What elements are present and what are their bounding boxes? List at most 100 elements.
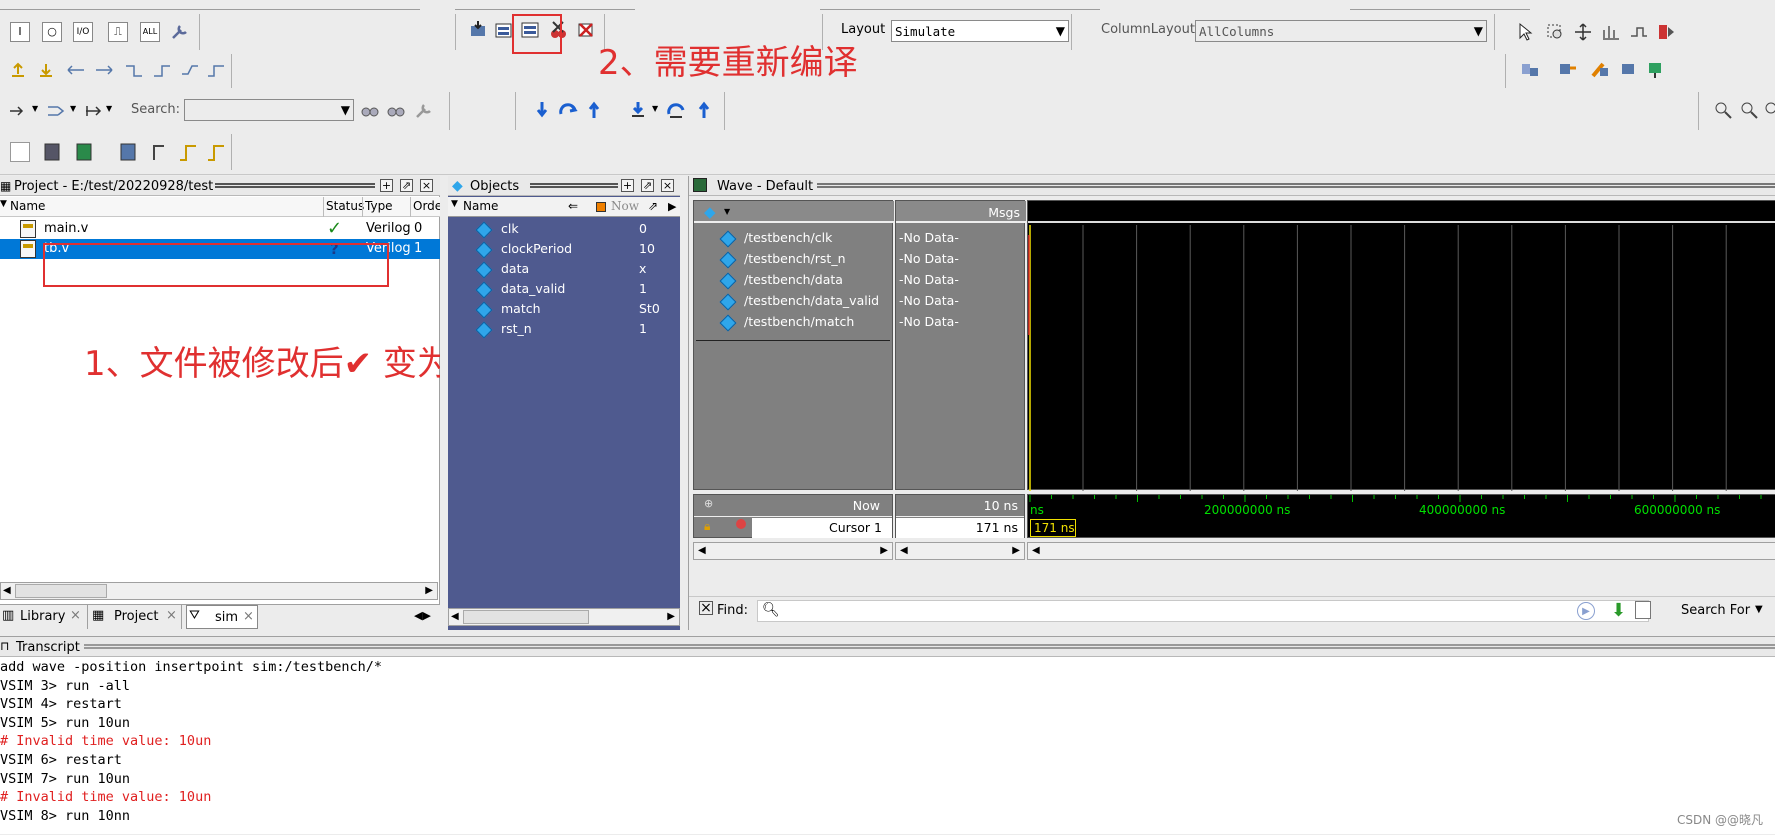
- wave-signal-row[interactable]: /testbench/data_valid: [694, 292, 894, 311]
- panel-drag-bar[interactable]: [817, 183, 1775, 188]
- close-find-icon[interactable]: ×: [699, 601, 713, 615]
- list-item[interactable]: main.v ✓ Verilog 0: [0, 218, 440, 239]
- dataflow-out-icon[interactable]: [1558, 60, 1578, 80]
- chevron-down-icon[interactable]: ▼: [1474, 24, 1483, 38]
- tab-scroll-icon[interactable]: ◀▶: [414, 609, 431, 622]
- object-row[interactable]: data_valid 1: [448, 280, 680, 299]
- wave-names-scrollbar[interactable]: ◀ ▶: [693, 542, 893, 560]
- chevron-down-icon[interactable]: ▼: [652, 104, 658, 113]
- add-icon[interactable]: +: [380, 179, 393, 192]
- expand-icon[interactable]: ⇗: [648, 199, 658, 213]
- scroll-left-icon[interactable]: ◀: [3, 585, 11, 596]
- next-edge-icon[interactable]: [94, 60, 114, 80]
- cursor-tag[interactable]: 171 ns: [1030, 519, 1076, 537]
- col-type[interactable]: Type: [365, 199, 393, 213]
- analog-icon[interactable]: ⎍: [108, 22, 128, 42]
- logic-icon[interactable]: ○: [42, 22, 62, 42]
- find-prev-icon[interactable]: ▶: [1577, 602, 1595, 620]
- chevron-down-icon[interactable]: ▼: [1755, 604, 1763, 615]
- falling-edge-icon[interactable]: [124, 60, 144, 80]
- col-order[interactable]: Orde: [413, 199, 442, 213]
- scroll-right-icon[interactable]: ▶: [425, 585, 433, 596]
- find-options-icon[interactable]: [1635, 601, 1651, 619]
- object-row[interactable]: clk 0: [448, 220, 680, 239]
- wave-signal-row[interactable]: /testbench/data: [694, 271, 894, 290]
- find-down-icon[interactable]: ⬇: [1611, 600, 1626, 621]
- event-icon[interactable]: I/O: [73, 22, 93, 42]
- wave-event-icon[interactable]: [74, 142, 94, 162]
- tab-project[interactable]: ▦ Project ×: [90, 605, 182, 629]
- panel-drag-bar[interactable]: [215, 183, 375, 188]
- add-cursor-icon[interactable]: ⊕: [704, 497, 713, 510]
- chevron-down-icon[interactable]: ▼: [70, 104, 76, 113]
- chevron-down-icon[interactable]: ▼: [724, 207, 730, 216]
- col-name[interactable]: Name: [10, 199, 45, 213]
- search-for-label[interactable]: Search For: [1681, 603, 1750, 618]
- find-options-icon[interactable]: [414, 101, 434, 121]
- wave-literal-icon[interactable]: [10, 142, 30, 162]
- chevron-down-icon[interactable]: ▼: [1056, 24, 1065, 38]
- panel-drag-bar[interactable]: [530, 183, 618, 188]
- expand-edge-icon[interactable]: [206, 60, 226, 80]
- scroll-thumb[interactable]: [463, 610, 589, 624]
- step-icon[interactable]: [532, 100, 552, 120]
- tab-library[interactable]: ▥ Library ×: [0, 605, 88, 629]
- zoom-in-icon[interactable]: [1713, 100, 1733, 120]
- zoom-out-icon[interactable]: [1739, 100, 1759, 120]
- wave-time-scrollbar[interactable]: ◀: [1027, 542, 1775, 560]
- transcript-lines[interactable]: add wave -position insertpoint sim:/test…: [0, 659, 1775, 835]
- prev-edge-icon[interactable]: [66, 60, 86, 80]
- tab-sim[interactable]: ⛛ sim ×: [186, 605, 258, 629]
- undock-icon[interactable]: ⇗: [641, 179, 654, 192]
- close-icon[interactable]: ×: [661, 179, 674, 192]
- wave-analog-icon[interactable]: [118, 142, 138, 162]
- up-level-icon[interactable]: [8, 60, 28, 80]
- down-level-icon[interactable]: [36, 60, 56, 80]
- object-row[interactable]: rst_n 1: [448, 320, 680, 339]
- wrench-icon[interactable]: [170, 22, 190, 42]
- layout-select[interactable]: Simulate ▼: [891, 20, 1069, 42]
- scroll-right-icon[interactable]: ▶: [667, 611, 675, 622]
- zoom-area-icon[interactable]: [1545, 22, 1565, 42]
- scroll-left-icon[interactable]: ◀: [900, 545, 908, 556]
- run-icon[interactable]: [628, 100, 648, 120]
- wave-signal-row[interactable]: /testbench/match: [694, 313, 894, 332]
- wave-msgs-scrollbar[interactable]: ◀ ▶: [895, 542, 1025, 560]
- dataflow-down-icon[interactable]: [1646, 60, 1666, 80]
- object-row[interactable]: data x: [448, 260, 680, 279]
- run-all-icon[interactable]: [694, 100, 714, 120]
- binoculars-icon[interactable]: 🔍︎: [762, 602, 780, 618]
- close-icon[interactable]: ×: [166, 608, 177, 623]
- sort-arrow-icon[interactable]: ▼: [451, 199, 458, 209]
- add-icon[interactable]: +: [621, 179, 634, 192]
- literal-icon[interactable]: Ⅰ: [10, 22, 30, 42]
- search-input[interactable]: ▼: [184, 99, 354, 121]
- delete-cursor-icon[interactable]: [736, 519, 746, 529]
- close-icon[interactable]: ×: [243, 609, 254, 624]
- scroll-left-icon[interactable]: ◀: [698, 545, 706, 556]
- wave-signal-row[interactable]: /testbench/rst_n: [694, 250, 894, 269]
- wave-logic-icon[interactable]: [42, 142, 62, 162]
- compile-icon[interactable]: [468, 20, 488, 40]
- step-out-run-icon[interactable]: [584, 100, 604, 120]
- chevron-down-icon[interactable]: ▼: [106, 104, 112, 113]
- wave-fall-icon[interactable]: [206, 142, 226, 162]
- project-hscrollbar[interactable]: ◀ ▶: [0, 582, 438, 600]
- lock-cursor-icon[interactable]: 🔒︎: [704, 519, 710, 534]
- continue-icon[interactable]: [666, 100, 686, 120]
- col-status[interactable]: Status: [326, 199, 364, 213]
- close-icon[interactable]: ×: [420, 179, 433, 192]
- select-pointer-icon[interactable]: [1515, 22, 1535, 42]
- compile-all-icon[interactable]: [494, 20, 514, 40]
- zoom-full-icon[interactable]: [1763, 100, 1775, 120]
- step-over-run-icon[interactable]: [558, 100, 578, 120]
- object-row[interactable]: clockPeriod 10: [448, 240, 680, 259]
- dataflow-icon[interactable]: [1520, 60, 1540, 80]
- scroll-right-icon[interactable]: ▶: [880, 545, 888, 556]
- step-over-icon[interactable]: [8, 101, 28, 121]
- objects-hscrollbar[interactable]: ◀ ▶: [448, 608, 680, 626]
- wave-rise-icon[interactable]: [178, 142, 198, 162]
- panel-drag-bar[interactable]: [84, 644, 1775, 649]
- all-icon[interactable]: ALL: [140, 22, 160, 42]
- stop-wave-icon[interactable]: [1657, 22, 1677, 42]
